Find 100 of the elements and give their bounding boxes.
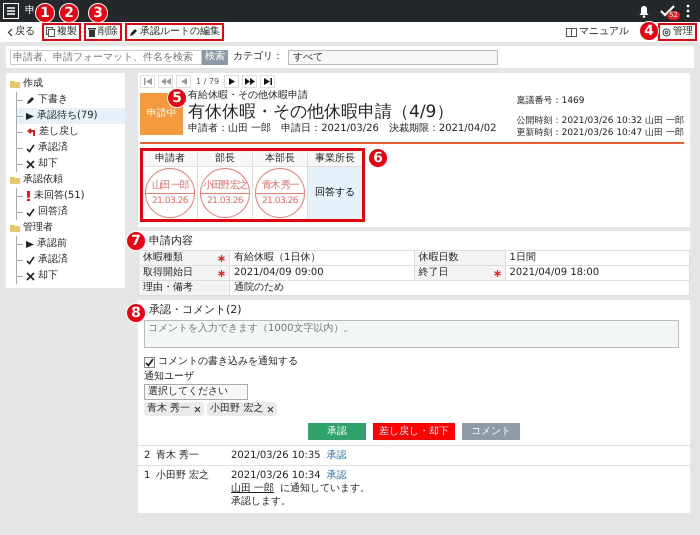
sidebar-item[interactable]: 却下	[17, 268, 125, 284]
sidebar-item[interactable]: 回答済	[17, 204, 125, 220]
section-title: 承認・コメント(2)	[148, 302, 243, 318]
sidebar-item[interactable]: 却下	[17, 156, 125, 172]
more-icon[interactable]	[686, 4, 690, 18]
required-icon	[218, 254, 225, 262]
folder-label[interactable]: 作成	[23, 78, 43, 90]
field-value: 有給休暇（1日休）	[230, 250, 414, 266]
settings-icon	[662, 28, 671, 36]
field-label: 休暇種類	[143, 252, 183, 264]
comment-field[interactable]: コメントを入力できます（1000文字以内）。	[144, 320, 679, 348]
previous-icon	[180, 78, 186, 85]
copy-button[interactable]: 複製	[42, 23, 81, 41]
page-position: 1 / 79	[195, 76, 220, 88]
first-icon	[144, 78, 152, 85]
book-icon	[566, 28, 577, 36]
folder-label[interactable]: 管理者	[23, 222, 53, 234]
first-page-button[interactable]	[140, 75, 155, 88]
pencil-icon	[129, 28, 138, 36]
field-value: 2021/04/09 18:00	[505, 266, 690, 280]
meta-text: 決裁期限：2021/04/02	[388, 123, 496, 135]
sidebar-item[interactable]: 承認前	[17, 236, 125, 252]
field-label: 終了日	[418, 267, 448, 279]
form-name: 有給休暇・その他休暇申請	[188, 90, 309, 102]
notice-text: に通知しています。	[280, 483, 370, 495]
menu-icon[interactable]	[3, 3, 19, 19]
field-label: 休暇日数	[418, 252, 458, 264]
meta-text: 申請日：2021/03/26	[281, 123, 379, 135]
sidebar-item[interactable]: 未回答(51)	[17, 188, 125, 204]
trash-icon	[88, 27, 96, 37]
answer-link[interactable]: 回答する	[315, 187, 355, 199]
pencil-icon	[26, 96, 35, 104]
reject-button[interactable]: 差し戻し・却下	[373, 423, 455, 440]
rewind-icon	[160, 78, 170, 85]
tag-name: 小田野 宏之	[210, 403, 264, 415]
meta-text: 申請者：山田 一郎	[188, 123, 272, 135]
comment-time: 2021/03/26 10:34	[231, 470, 321, 482]
commenter-name: 青木 秀一	[156, 450, 200, 462]
field-label: 通知ユーザ	[144, 371, 195, 383]
comment-time: 2021/03/26 10:35	[231, 450, 321, 462]
previous-button[interactable]	[176, 75, 191, 88]
remove-icon[interactable]	[267, 406, 274, 412]
notify-checkbox[interactable]	[144, 356, 155, 368]
role-header: 事業所長	[308, 150, 364, 166]
field-label: 取得開始日	[143, 267, 193, 279]
edit-route-button[interactable]: 承認ルートの編集	[125, 23, 224, 41]
copy-icon	[46, 27, 55, 37]
sidebar-item[interactable]: 差し戻し	[17, 124, 125, 140]
approval-stamp: 山田 一郎 21.03.26	[145, 168, 195, 218]
app-title: 申	[25, 5, 35, 17]
check-icon	[26, 208, 35, 216]
folder-label[interactable]: 承認依頼	[23, 174, 63, 186]
entry-number: 2	[144, 450, 152, 462]
category-select[interactable]: すべて	[288, 50, 498, 64]
rewind-button[interactable]	[158, 75, 173, 88]
next-button[interactable]	[224, 75, 240, 88]
field-value: 通院のため	[230, 280, 690, 296]
fast-forward-button[interactable]	[242, 75, 258, 88]
field-value: 1日間	[505, 250, 690, 266]
field-label: 理由・備考	[143, 282, 193, 294]
entry-number: 1	[144, 470, 152, 483]
admin-button[interactable]: 管理	[658, 23, 697, 41]
last-page-button[interactable]	[260, 75, 276, 88]
cross-icon	[26, 160, 35, 168]
bell-icon[interactable]	[638, 4, 650, 18]
required-icon	[494, 270, 500, 276]
callout-number: 8	[126, 303, 146, 323]
approval-stamp: 小田野 宏之 21.03.26	[200, 168, 250, 218]
sidebar-item[interactable]: 承認済	[17, 140, 125, 156]
search-field[interactable]: 申請者、申請フォーマット、件名を検索	[10, 50, 202, 64]
field-value: 2021/04/09 09:00	[230, 266, 414, 280]
updated-time: 更新時刻：2021/03/26 10:47 山田 一郎	[516, 127, 684, 139]
remove-icon[interactable]	[194, 406, 202, 412]
comment-text: 承認します。	[231, 496, 292, 508]
required-icon	[218, 270, 225, 276]
exclamation-icon	[26, 191, 31, 201]
folder-icon	[10, 80, 20, 88]
last-icon	[264, 78, 272, 85]
published-time: 公開時刻：2021/03/26 10:32 山田 一郎	[516, 115, 684, 127]
role-header: 部長	[198, 150, 252, 166]
play-icon	[26, 240, 34, 248]
sidebar-item[interactable]: 承認待ち(79)	[17, 108, 125, 124]
chevron-left-icon	[7, 28, 13, 36]
category-label: カテゴリ：	[233, 51, 283, 63]
sidebar-item[interactable]: 承認済	[17, 252, 125, 268]
mention-link[interactable]: 山田 一郎	[231, 483, 274, 495]
role-header: 申請者	[142, 150, 198, 166]
return-arrow-icon	[26, 128, 36, 136]
action-label: 承認	[326, 450, 347, 462]
section-title: 申請内容	[148, 233, 194, 249]
callout-number: 7	[126, 231, 146, 251]
user-select[interactable]: 選択してください	[144, 384, 248, 400]
next-icon	[228, 78, 235, 85]
fast-forward-icon	[244, 78, 255, 85]
sidebar-item[interactable]: 下書き	[17, 92, 125, 108]
role-header: 本部長	[252, 150, 308, 166]
check-icon	[26, 256, 35, 264]
folder-icon	[10, 224, 20, 232]
tag-name: 青木 秀一	[147, 403, 190, 415]
delete-button[interactable]: 削除	[84, 23, 122, 41]
